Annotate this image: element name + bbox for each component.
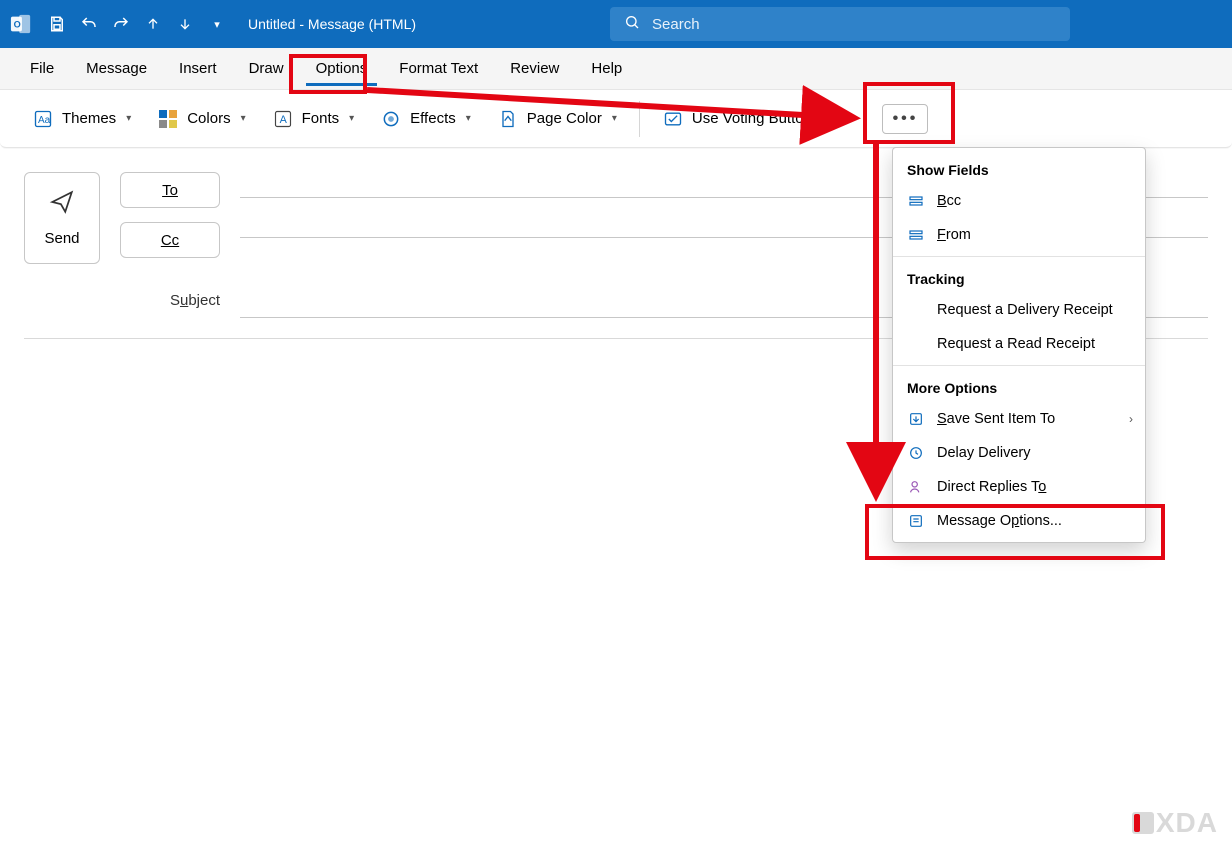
- ribbon-options: Aa Themes ▾ Colors ▾ A Fonts ▾ Effects ▾ Pag…: [0, 90, 1232, 148]
- checkbox-icon: [907, 335, 925, 353]
- menu-item-direct-replies-to[interactable]: Direct Replies ToDirect Replies To: [893, 470, 1145, 504]
- cc-button[interactable]: Cc: [120, 222, 220, 258]
- tab-insert[interactable]: Insert: [165, 52, 231, 85]
- search-input[interactable]: [652, 16, 1056, 33]
- chevron-down-icon: ▾: [241, 113, 246, 124]
- redo-icon[interactable]: [110, 13, 132, 35]
- direct-replies-icon: [907, 478, 925, 496]
- outlook-icon: O: [10, 13, 32, 35]
- tab-draw[interactable]: Draw: [235, 52, 298, 85]
- tab-help[interactable]: Help: [577, 52, 636, 85]
- menu-separator: [893, 256, 1145, 257]
- fonts-label: Fonts: [302, 110, 340, 127]
- page-color-icon: [497, 108, 519, 130]
- checkbox-icon: [907, 301, 925, 319]
- menu-item-read-receipt[interactable]: Request a Read Receipt: [893, 327, 1145, 361]
- menu-item-label: Message Options...Message Options...: [937, 513, 1062, 529]
- colors-icon: [157, 108, 179, 130]
- effects-label: Effects: [410, 110, 456, 127]
- cc-label: Cc: [161, 232, 179, 249]
- subject-label: Subject: [24, 292, 220, 309]
- send-label: Send: [44, 230, 79, 247]
- page-color-button[interactable]: Page Color ▾: [491, 104, 623, 134]
- ribbon-overflow-menu: Show Fields BBcccc FFromrom Tracking Req…: [892, 147, 1146, 543]
- tab-review[interactable]: Review: [496, 52, 573, 85]
- menu-item-delivery-receipt[interactable]: Request a Delivery Receipt: [893, 293, 1145, 327]
- message-options-icon: [907, 512, 925, 530]
- to-label: To: [162, 182, 178, 199]
- menu-separator: [893, 365, 1145, 366]
- svg-text:Aa: Aa: [38, 115, 51, 126]
- ribbon-tabs: File Message Insert Draw Options Format …: [0, 48, 1232, 90]
- colors-button[interactable]: Colors ▾: [151, 104, 251, 134]
- menu-item-label: FFromrom: [937, 227, 971, 243]
- ribbon-overflow-button[interactable]: •••: [882, 104, 928, 134]
- chevron-down-icon: ▾: [349, 113, 354, 124]
- chevron-down-icon: ▾: [829, 113, 834, 124]
- svg-text:O: O: [14, 20, 21, 30]
- menu-section-tracking: Tracking: [893, 261, 1145, 293]
- effects-icon: [380, 108, 402, 130]
- svg-text:A: A: [279, 114, 287, 126]
- chevron-down-icon: ▾: [126, 113, 131, 124]
- page-color-label: Page Color: [527, 110, 602, 127]
- themes-button[interactable]: Aa Themes ▾: [26, 104, 137, 134]
- delay-icon: [907, 444, 925, 462]
- menu-section-show-fields: Show Fields: [893, 152, 1145, 184]
- colors-label: Colors: [187, 110, 230, 127]
- menu-item-bcc[interactable]: BBcccc: [893, 184, 1145, 218]
- search-box[interactable]: [610, 7, 1070, 41]
- chevron-down-icon: ▾: [466, 113, 471, 124]
- arrow-up-icon[interactable]: [142, 13, 164, 35]
- tab-options[interactable]: Options: [302, 52, 382, 85]
- fonts-button[interactable]: A Fonts ▾: [266, 104, 361, 134]
- to-button[interactable]: To: [120, 172, 220, 208]
- menu-item-label: Request a Delivery Receipt: [937, 302, 1113, 318]
- effects-button[interactable]: Effects ▾: [374, 104, 477, 134]
- menu-item-from[interactable]: FFromrom: [893, 218, 1145, 252]
- bcc-icon: [907, 192, 925, 210]
- quick-access-toolbar: ▾: [46, 13, 228, 35]
- menu-item-label: Request a Read Receipt: [937, 336, 1095, 352]
- themes-label: Themes: [62, 110, 116, 127]
- themes-icon: Aa: [32, 108, 54, 130]
- save-icon[interactable]: [46, 13, 68, 35]
- save-sent-icon: [907, 410, 925, 428]
- menu-item-label: BBcccc: [937, 193, 961, 209]
- voting-label: Use Voting Buttons: [692, 110, 820, 127]
- tab-message[interactable]: Message: [72, 52, 161, 85]
- watermark-text: XDA: [1156, 807, 1218, 839]
- chevron-down-icon: ▾: [612, 113, 617, 124]
- menu-section-more-options: More Options: [893, 370, 1145, 402]
- watermark-icon: [1132, 812, 1154, 834]
- voting-icon: [662, 108, 684, 130]
- undo-icon[interactable]: [78, 13, 100, 35]
- watermark: XDA: [1132, 807, 1218, 839]
- tab-file[interactable]: File: [16, 52, 68, 85]
- from-icon: [907, 226, 925, 244]
- send-icon: [49, 189, 75, 220]
- fonts-icon: A: [272, 108, 294, 130]
- chevron-right-icon: ›: [1129, 412, 1133, 426]
- title-bar: O ▾ Untitled - Message (HTML): [0, 0, 1232, 48]
- voting-buttons-button[interactable]: Use Voting Buttons ▾: [656, 104, 841, 134]
- ribbon-separator: [639, 101, 640, 137]
- menu-item-label: Save Sent Item ToSave Sent Item To: [937, 411, 1055, 427]
- search-icon: [624, 14, 640, 35]
- menu-item-label: Direct Replies ToDirect Replies To: [937, 479, 1046, 495]
- ellipsis-icon: •••: [893, 110, 919, 128]
- window-title: Untitled - Message (HTML): [248, 16, 416, 32]
- menu-item-message-options[interactable]: Message Options...Message Options...: [893, 504, 1145, 538]
- menu-item-delay-delivery[interactable]: Delay Delivery: [893, 436, 1145, 470]
- qat-dropdown-icon[interactable]: ▾: [206, 13, 228, 35]
- tab-format-text[interactable]: Format Text: [385, 52, 492, 85]
- send-button[interactable]: Send: [24, 172, 100, 264]
- menu-item-label: Delay Delivery: [937, 445, 1030, 461]
- arrow-down-icon[interactable]: [174, 13, 196, 35]
- menu-item-save-sent-item-to[interactable]: Save Sent Item ToSave Sent Item To ›: [893, 402, 1145, 436]
